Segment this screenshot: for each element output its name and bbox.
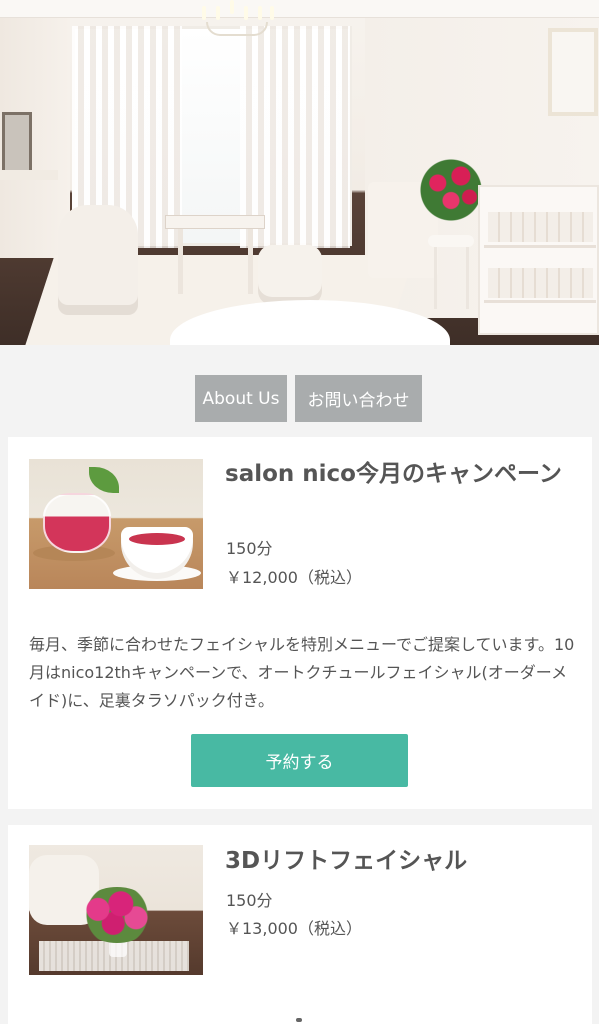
scroll-indicator <box>296 1018 302 1022</box>
menu-description: 毎月、季節に合わせたフェイシャルを特別メニューでご提案しています。10月はnic… <box>29 635 575 710</box>
tea-image <box>29 459 203 589</box>
menu-duration: 150分 <box>226 539 273 558</box>
reserve-button[interactable]: 予約する <box>191 734 408 787</box>
tab-contact[interactable]: お問い合わせ <box>295 375 422 422</box>
menu-title: salon nico今月のキャンペーン <box>225 461 562 487</box>
hero-image <box>0 0 599 345</box>
tab-about-us[interactable]: About Us <box>195 375 287 422</box>
menu-card: salon nico今月のキャンペーン 150分 ￥12,000（税込） 毎月、… <box>8 437 592 809</box>
menu-price: ￥13,000（税込） <box>226 919 362 938</box>
menu-duration: 150分 <box>226 891 273 910</box>
menu-card: 3Dリフトフェイシャル 150分 ￥13,000（税込） <box>8 825 592 1024</box>
roses-image <box>29 845 203 975</box>
menu-title: 3Dリフトフェイシャル <box>225 848 468 874</box>
menu-price: ￥12,000（税込） <box>226 568 362 587</box>
